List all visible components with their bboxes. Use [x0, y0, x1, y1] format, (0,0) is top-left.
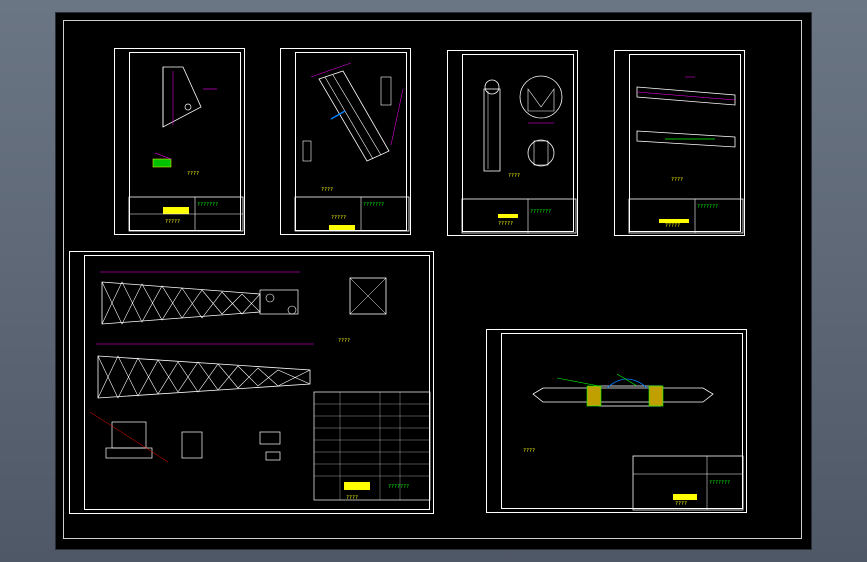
sheet-5[interactable]: ???? ??????? ????: [69, 251, 434, 514]
sheet-4-title: ???????: [697, 204, 719, 210]
sheet-1-code: ?????: [165, 219, 181, 225]
sheet-4-code: ?????: [665, 223, 681, 229]
sheet-5-drawing: [89, 271, 431, 501]
sheet-3-title: ???????: [530, 209, 552, 215]
sheet-6[interactable]: ???? ??????? ????: [486, 329, 747, 513]
sheet-2[interactable]: ???? ??????? ?????: [280, 48, 411, 235]
sheet-4-note: ????: [671, 177, 684, 183]
sheet-6-code: ????: [675, 501, 688, 507]
sheet-3-drawing: [461, 75, 577, 234]
sheet-3-code: ?????: [498, 221, 514, 227]
sheet-5-note: ????: [338, 338, 351, 344]
sheet-5-code: ????: [346, 495, 359, 501]
sheet-2-title: ???????: [363, 202, 385, 208]
sheet-3[interactable]: ???? ??????? ?????: [447, 50, 578, 236]
sheet-1-note: ????: [187, 171, 200, 177]
sheet-4-drawing: [628, 76, 744, 234]
sheet-4[interactable]: ???? ??????? ?????: [614, 50, 745, 236]
sheet-2-note: ????: [321, 187, 334, 193]
sheet-5-title: ???????: [388, 484, 410, 490]
sheet-6-title: ???????: [709, 480, 731, 486]
sheet-6-drawing: [532, 373, 744, 511]
drawing-canvas[interactable]: ???? ??????? ????? ???? ??????? ????? ??…: [56, 13, 811, 549]
sheet-1-title: ???????: [197, 202, 219, 208]
sheet-2-drawing: [294, 62, 410, 232]
sheet-1-drawing: [128, 66, 244, 232]
sheet-3-note: ????: [508, 173, 521, 179]
sheet-2-code: ?????: [331, 215, 347, 221]
sheet-1[interactable]: ???? ??????? ?????: [114, 48, 245, 235]
sheet-6-note: ????: [523, 448, 536, 454]
